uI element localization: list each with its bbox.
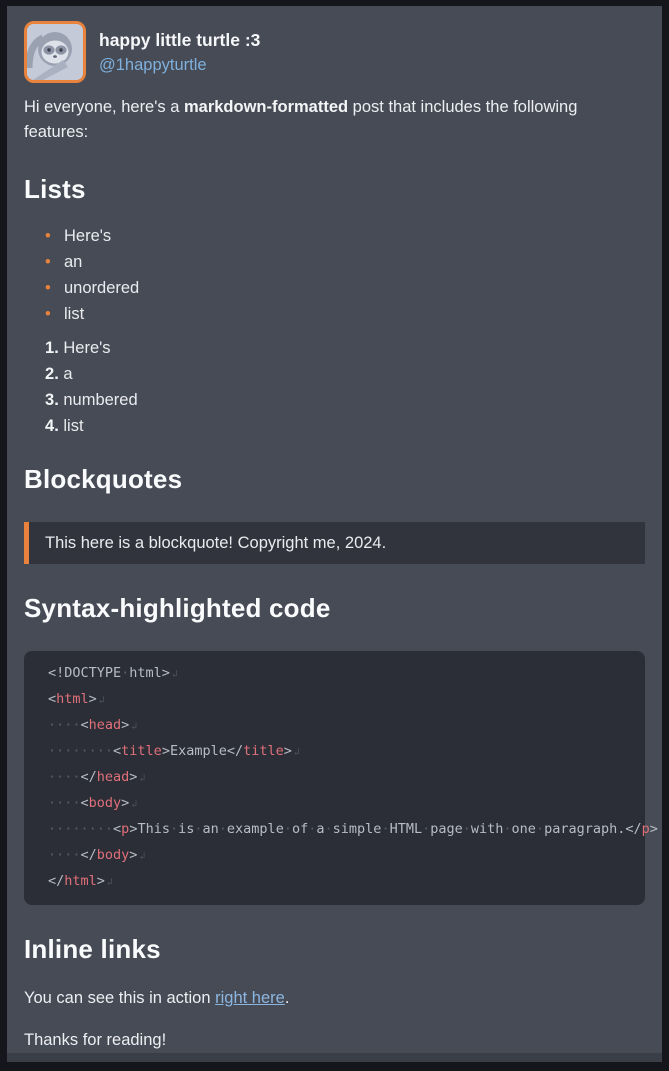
heading-lists: Lists bbox=[24, 174, 645, 205]
heading-code: Syntax-highlighted code bbox=[24, 593, 645, 624]
links-suffix: . bbox=[285, 989, 290, 1007]
list-item: Here's bbox=[45, 227, 645, 245]
list-item: Here's bbox=[45, 339, 645, 357]
favourite-count: 0 bbox=[262, 1061, 271, 1063]
heading-inline-links: Inline links bbox=[24, 934, 645, 965]
intro-paragraph: Hi everyone, here's a markdown-formatted… bbox=[24, 95, 645, 145]
outro-paragraph: Thanks for reading! bbox=[24, 1028, 645, 1053]
sloth-avatar-icon bbox=[27, 24, 83, 80]
code-line: ····<head>↲ bbox=[48, 713, 621, 739]
post-footer: Sep 23, 2024, 16:03 0 ★ 0 bbox=[7, 1053, 662, 1062]
code-line: ········<title>Example</title>↲ bbox=[48, 739, 621, 765]
reply-button[interactable]: 0 bbox=[186, 1061, 220, 1063]
post-header: happy little turtle :3 @1happyturtle bbox=[24, 6, 645, 83]
boost-button[interactable]: 0 bbox=[291, 1061, 324, 1063]
right-here-link[interactable]: right here bbox=[215, 989, 285, 1007]
star-icon: ★ bbox=[240, 1061, 255, 1062]
handle-link[interactable]: @1happyturtle bbox=[99, 56, 260, 75]
heading-blockquotes: Blockquotes bbox=[24, 464, 645, 495]
reply-count: 0 bbox=[211, 1061, 220, 1063]
ordered-list: Here's a numbered list bbox=[24, 339, 645, 435]
code-line: ····<body>↲ bbox=[48, 791, 621, 817]
code-line: <html>↲ bbox=[48, 687, 621, 713]
intro-bold: markdown-formatted bbox=[184, 98, 348, 116]
favourite-button[interactable]: ★ 0 bbox=[240, 1061, 270, 1063]
post-frame: happy little turtle :3 @1happyturtle Hi … bbox=[0, 0, 669, 1071]
blockquote: This here is a blockquote! Copyright me,… bbox=[24, 522, 645, 564]
author-meta: happy little turtle :3 @1happyturtle bbox=[99, 21, 260, 83]
list-item: list bbox=[45, 417, 645, 435]
list-item: an bbox=[45, 253, 645, 271]
links-pre: You can see this in action bbox=[24, 989, 215, 1007]
reply-icon bbox=[186, 1062, 205, 1063]
display-name: happy little turtle :3 bbox=[99, 30, 260, 51]
links-paragraph: You can see this in action right here. bbox=[24, 986, 645, 1011]
timestamp[interactable]: Sep 23, 2024, 16:03 bbox=[24, 1061, 164, 1063]
list-item: a bbox=[45, 365, 645, 383]
list-item: numbered bbox=[45, 391, 645, 409]
boost-count: 0 bbox=[315, 1061, 324, 1063]
code-line: </html>↲ bbox=[48, 869, 621, 895]
code-block: <!DOCTYPE·html>↲<html>↲····<head>↲······… bbox=[24, 651, 645, 905]
post-body: happy little turtle :3 @1happyturtle Hi … bbox=[7, 6, 662, 1053]
code-line: ····</body>↲ bbox=[48, 843, 621, 869]
list-item: list bbox=[45, 305, 645, 323]
code-line: <!DOCTYPE·html>↲ bbox=[48, 661, 621, 687]
list-item: unordered bbox=[45, 279, 645, 297]
intro-pre: Hi everyone, here's a bbox=[24, 98, 184, 116]
status-post: happy little turtle :3 @1happyturtle Hi … bbox=[7, 6, 662, 1062]
language-tag: fr bbox=[636, 1061, 645, 1063]
avatar[interactable] bbox=[24, 21, 86, 83]
code-line: ········<p>This·is·an·example·of·a·simpl… bbox=[48, 817, 621, 843]
code-line: ····</head>↲ bbox=[48, 765, 621, 791]
unordered-list: Here's an unordered list bbox=[24, 227, 645, 323]
